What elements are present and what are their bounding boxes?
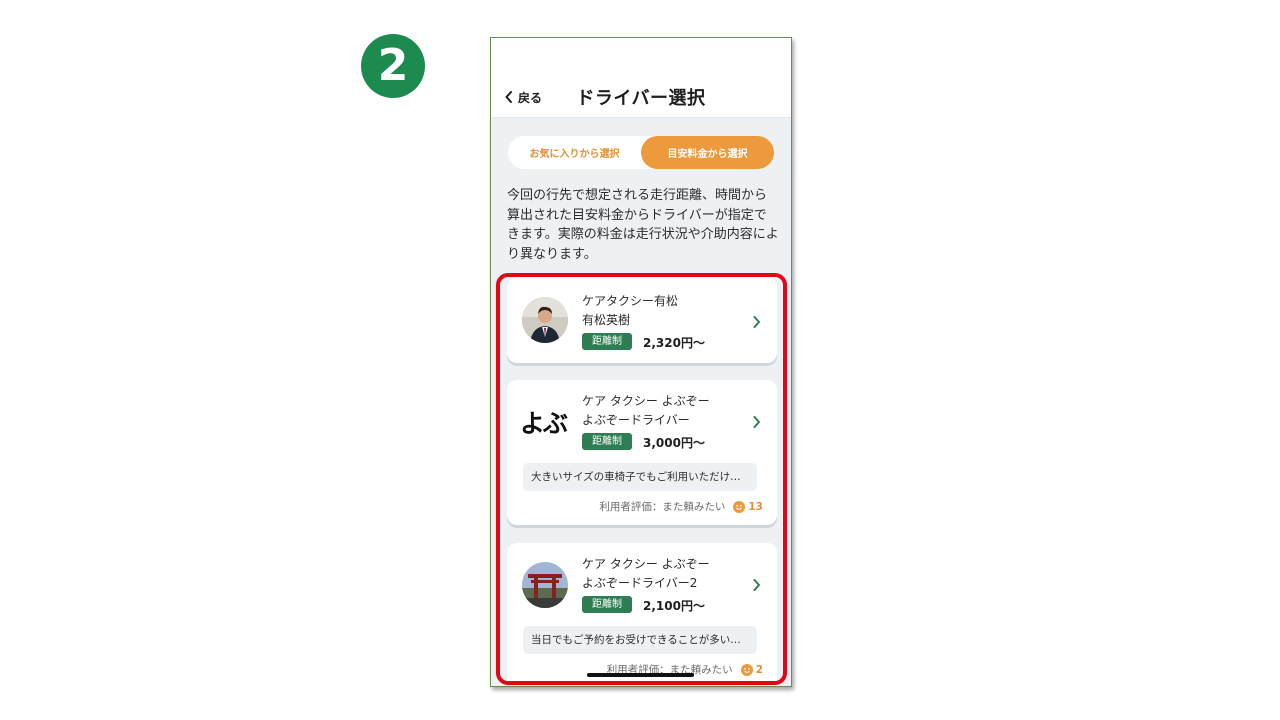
person-photo-icon <box>522 297 568 343</box>
header-bar: 戻る ドライバー選択 <box>491 38 791 118</box>
avatar <box>522 297 568 343</box>
description-text: 今回の行先で想定される走行距離、時間から算出された目安料金からドライバーが指定で… <box>507 188 779 262</box>
avatar <box>522 562 568 608</box>
selection-mode-toggle: お気に入りから選択 目安料金から選択 <box>508 136 774 169</box>
chevron-right-icon <box>753 416 760 428</box>
driver-card-3[interactable]: ケア タクシー よぶぞー よぶぞードライバー2 距離制 2,100円〜 当日でも… <box>507 543 777 681</box>
home-indicator <box>587 673 694 677</box>
fare-type-badge: 距離制 <box>582 333 632 350</box>
driver-card-2[interactable]: よぶ ケア タクシー よぶぞー よぶぞードライバー 距離制 3,000円〜 大き… <box>507 380 777 525</box>
chevron-right-icon <box>753 579 760 591</box>
smile-face-icon <box>733 500 746 513</box>
driver-note: 当日でもご予約をお受けできることが多い… <box>523 626 757 654</box>
estimated-price: 2,100円〜 <box>643 599 705 613</box>
smile-face-icon <box>740 663 753 676</box>
company-logo: よぶ <box>520 409 568 438</box>
user-rating: 利用者評価：また頼みたい 13 <box>599 499 763 514</box>
driver-name: よぶぞードライバー <box>582 413 690 427</box>
tab-favorites[interactable]: お気に入りから選択 <box>508 136 641 169</box>
page-title: ドライバー選択 <box>576 88 706 109</box>
shrine-photo-icon <box>522 562 568 608</box>
company-name: ケア タクシー よぶぞー <box>582 394 710 408</box>
driver-card-1[interactable]: ケアタクシー有松 有松英樹 距離制 2,320円〜 <box>507 277 777 363</box>
rating-count: 13 <box>748 500 763 513</box>
driver-note: 大きいサイズの車椅子でもご利用いただけ… <box>523 463 757 491</box>
driver-list-highlight: ケアタクシー有松 有松英樹 距離制 2,320円〜 よぶ ケア タクシー よぶぞ… <box>496 273 787 685</box>
driver-name: 有松英樹 <box>582 313 631 327</box>
phone-screen: 戻る ドライバー選択 お気に入りから選択 目安料金から選択 今回の行先で想定され… <box>490 37 792 687</box>
company-name: ケア タクシー よぶぞー <box>582 557 710 571</box>
chevron-right-icon <box>753 316 760 328</box>
rating-label: 利用者評価：また頼みたい <box>599 501 726 513</box>
tab-estimated-fare[interactable]: 目安料金から選択 <box>641 136 774 169</box>
estimated-price: 3,000円〜 <box>643 436 705 450</box>
fare-type-badge: 距離制 <box>582 433 632 450</box>
estimated-price: 2,320円〜 <box>643 336 705 350</box>
company-name: ケアタクシー有松 <box>582 294 679 308</box>
driver-name: よぶぞードライバー2 <box>582 576 698 590</box>
rating-count: 2 <box>755 663 763 676</box>
fare-type-badge: 距離制 <box>582 596 632 613</box>
step-number-badge: 2 <box>361 34 425 98</box>
